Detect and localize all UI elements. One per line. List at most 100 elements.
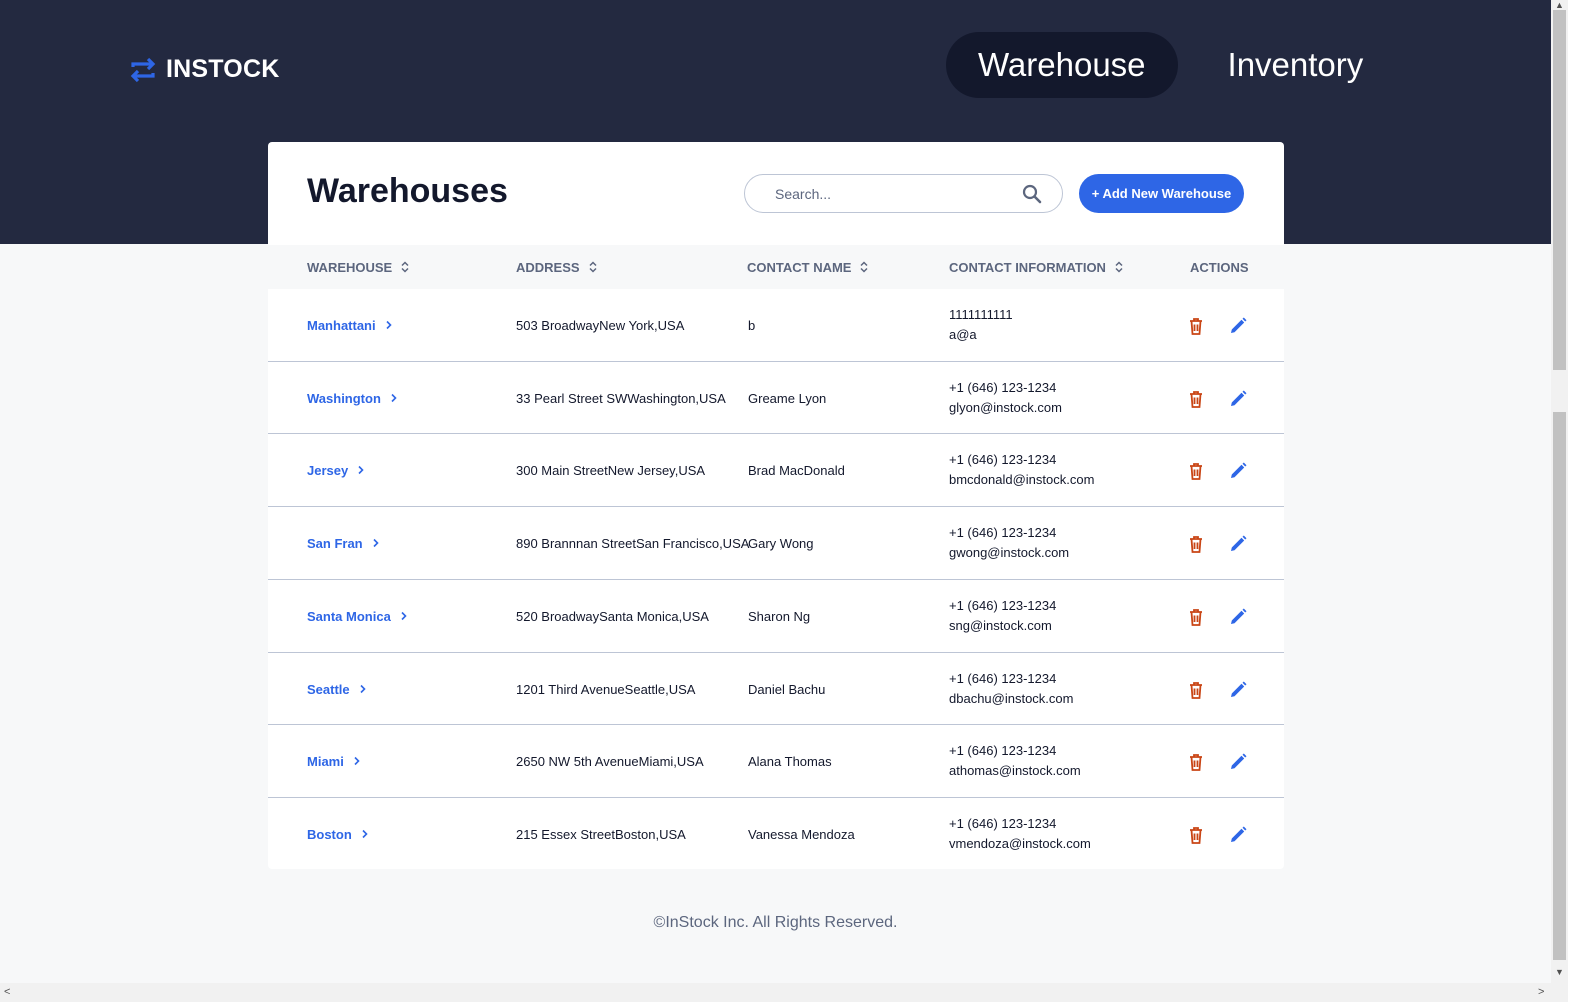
pencil-icon[interactable] xyxy=(1228,680,1248,700)
sort-icon[interactable] xyxy=(1114,261,1124,273)
warehouse-name[interactable]: Washington xyxy=(307,391,381,406)
chevron-right-icon[interactable] xyxy=(371,538,381,548)
pencil-icon[interactable] xyxy=(1228,534,1248,554)
add-new-warehouse-button[interactable]: + Add New Warehouse xyxy=(1079,174,1244,213)
contact-info-cell: 1111111111 a@a xyxy=(949,289,1013,361)
address-cell: 215 Essex StreetBoston,USA xyxy=(516,826,686,842)
contact-email: vmendoza@instock.com xyxy=(949,836,1091,851)
warehouse-link[interactable]: Jersey xyxy=(307,434,366,506)
sort-icon[interactable] xyxy=(859,261,869,273)
logo-text: INSTOCK xyxy=(166,55,280,83)
address-cell: 33 Pearl Street SWWashington,USA xyxy=(516,390,726,406)
contact-phone: 1111111111 xyxy=(949,307,1013,322)
scroll-left-arrow-icon[interactable]: < xyxy=(4,986,10,998)
trash-icon[interactable] xyxy=(1186,825,1206,845)
pencil-icon[interactable] xyxy=(1228,607,1248,627)
table-row: Manhattani 503 BroadwayNew York,USA b 11… xyxy=(268,289,1284,361)
pencil-icon[interactable] xyxy=(1228,752,1248,772)
footer-copyright: ©InStock Inc. All Rights Reserved. xyxy=(653,914,898,931)
chevron-right-icon[interactable] xyxy=(384,320,394,330)
scrollbar-thumb[interactable] xyxy=(1553,10,1566,370)
warehouse-link[interactable]: Miami xyxy=(307,725,362,797)
trash-icon[interactable] xyxy=(1186,534,1206,554)
contact-info-cell: +1 (646) 123-1234 glyon@instock.com xyxy=(949,362,1062,434)
column-header-contact-information[interactable]: CONTACT INFORMATION xyxy=(949,245,1124,289)
table-header: WAREHOUSE ADDRESS CONTACT NAME CONTACT I… xyxy=(268,245,1284,289)
sort-icon[interactable] xyxy=(588,261,598,273)
warehouse-link[interactable]: Boston xyxy=(307,798,370,869)
scroll-right-arrow-icon[interactable]: > xyxy=(1538,986,1544,998)
contact-name-cell: Gary Wong xyxy=(748,535,814,551)
warehouse-link[interactable]: Manhattani xyxy=(307,289,394,361)
warehouse-name[interactable]: Jersey xyxy=(307,463,348,478)
contact-email: sng@instock.com xyxy=(949,618,1052,633)
contact-name-cell: Brad MacDonald xyxy=(748,462,845,478)
address-cell: 520 BroadwaySanta Monica,USA xyxy=(516,608,709,624)
horizontal-scrollbar[interactable]: < > xyxy=(0,983,1568,1002)
chevron-right-icon[interactable] xyxy=(360,829,370,839)
table-row: Seattle 1201 Third AvenueSeattle,USA Dan… xyxy=(268,652,1284,725)
trash-icon[interactable] xyxy=(1186,752,1206,772)
contact-name-cell: b xyxy=(748,317,756,333)
warehouse-name[interactable]: Santa Monica xyxy=(307,609,391,624)
warehouse-name[interactable]: Miami xyxy=(307,754,344,769)
trash-icon[interactable] xyxy=(1186,316,1206,336)
trash-icon[interactable] xyxy=(1186,607,1206,627)
table-row: Boston 215 Essex StreetBoston,USA Vaness… xyxy=(268,797,1284,869)
address-cell: 2650 NW 5th AvenueMiami,USA xyxy=(516,753,704,769)
column-header-contact-name[interactable]: CONTACT NAME xyxy=(747,245,869,289)
pencil-icon[interactable] xyxy=(1228,389,1248,409)
trash-icon[interactable] xyxy=(1186,680,1206,700)
chevron-right-icon[interactable] xyxy=(352,756,362,766)
nav-warehouse[interactable]: Warehouse xyxy=(946,32,1178,98)
pencil-icon[interactable] xyxy=(1228,825,1248,845)
page-title: Warehouses xyxy=(307,172,508,210)
pencil-icon[interactable] xyxy=(1228,316,1248,336)
warehouse-link[interactable]: Santa Monica xyxy=(307,580,409,652)
address-cell: 503 BroadwayNew York,USA xyxy=(516,317,685,333)
chevron-right-icon[interactable] xyxy=(358,684,368,694)
trash-icon[interactable] xyxy=(1186,389,1206,409)
scroll-up-arrow-icon[interactable]: ▲ xyxy=(1555,0,1564,10)
search-icon[interactable] xyxy=(1022,184,1042,204)
logo[interactable]: INSTOCK xyxy=(129,55,279,84)
main-nav: Warehouse Inventory xyxy=(946,32,1395,98)
chevron-right-icon[interactable] xyxy=(389,393,399,403)
trash-icon[interactable] xyxy=(1186,461,1206,481)
sort-icon[interactable] xyxy=(400,261,410,273)
contact-email: a@a xyxy=(949,327,977,342)
contact-phone: +1 (646) 123-1234 xyxy=(949,452,1057,467)
search-box xyxy=(744,174,1063,213)
search-input[interactable] xyxy=(763,175,1027,212)
warehouse-name[interactable]: Seattle xyxy=(307,682,350,697)
scrollbar-track-segment[interactable] xyxy=(1553,412,1566,960)
table-row: Jersey 300 Main StreetNew Jersey,USA Bra… xyxy=(268,433,1284,506)
warehouse-name[interactable]: Boston xyxy=(307,827,352,842)
vertical-scrollbar[interactable]: ▲ ▼ xyxy=(1551,0,1568,983)
address-cell: 300 Main StreetNew Jersey,USA xyxy=(516,462,706,478)
chevron-right-icon[interactable] xyxy=(356,465,366,475)
contact-info-cell: +1 (646) 123-1234 sng@instock.com xyxy=(949,580,1056,652)
contact-name-cell: Alana Thomas xyxy=(748,753,832,769)
chevron-right-icon[interactable] xyxy=(399,611,409,621)
contact-phone: +1 (646) 123-1234 xyxy=(949,671,1057,686)
warehouse-link[interactable]: San Fran xyxy=(307,507,381,579)
warehouse-name[interactable]: Manhattani xyxy=(307,318,376,333)
contact-name-cell: Daniel Bachu xyxy=(748,681,826,697)
contact-email: glyon@instock.com xyxy=(949,400,1062,415)
warehouse-link[interactable]: Washington xyxy=(307,362,399,434)
table-row: Santa Monica 520 BroadwaySanta Monica,US… xyxy=(268,579,1284,652)
warehouse-name[interactable]: San Fran xyxy=(307,536,363,551)
scroll-down-arrow-icon[interactable]: ▼ xyxy=(1555,967,1564,977)
warehouses-card: Warehouses + Add New Warehouse WAREHOUSE… xyxy=(268,142,1284,869)
column-header-address[interactable]: ADDRESS xyxy=(516,245,598,289)
column-label: CONTACT INFORMATION xyxy=(949,259,1106,275)
column-header-warehouse[interactable]: WAREHOUSE xyxy=(307,245,410,289)
nav-inventory[interactable]: Inventory xyxy=(1196,32,1396,98)
column-label: WAREHOUSE xyxy=(307,259,393,275)
pencil-icon[interactable] xyxy=(1228,461,1248,481)
contact-info-cell: +1 (646) 123-1234 athomas@instock.com xyxy=(949,725,1081,797)
warehouse-link[interactable]: Seattle xyxy=(307,653,368,725)
contact-name-cell: Greame Lyon xyxy=(748,390,827,406)
table-row: Miami 2650 NW 5th AvenueMiami,USA Alana … xyxy=(268,724,1284,797)
